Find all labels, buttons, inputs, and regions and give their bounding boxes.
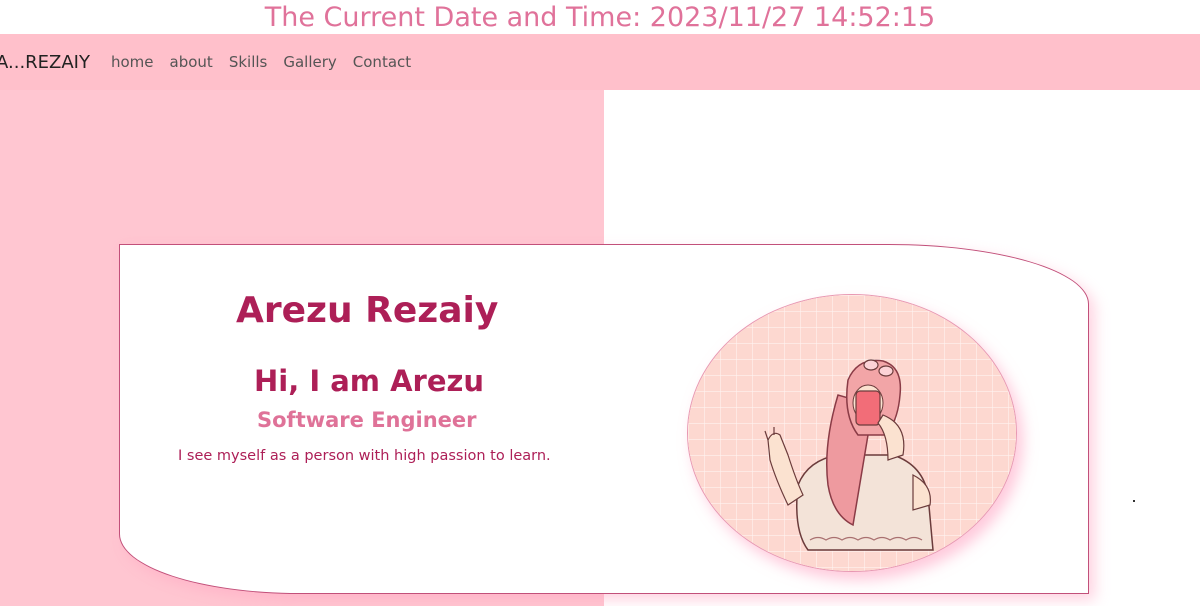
nav-link-contact[interactable]: Contact: [353, 33, 411, 91]
nav-link-gallery[interactable]: Gallery: [283, 33, 336, 91]
current-datetime: The Current Date and Time: 2023/11/27 14…: [264, 2, 936, 33]
nav-link-skills[interactable]: Skills: [229, 33, 268, 91]
nav-link-about[interactable]: about: [170, 33, 213, 91]
nav-links: home about Skills Gallery Contact: [111, 34, 427, 90]
job-title: Software Engineer: [257, 408, 477, 432]
hijab-girl-illustration: [688, 295, 1016, 571]
profile-name: Arezu Rezaiy: [236, 290, 499, 331]
brand-logo[interactable]: A...REZAIY: [0, 34, 90, 90]
greeting-heading: Hi, I am Arezu: [254, 364, 485, 398]
navbar: A...REZAIY home about Skills Gallery Con…: [0, 34, 1200, 90]
stray-dot: [1133, 500, 1135, 502]
nav-link-home[interactable]: home: [111, 33, 154, 91]
bio-text: I see myself as a person with high passi…: [178, 448, 551, 464]
avatar-image: [687, 294, 1017, 572]
